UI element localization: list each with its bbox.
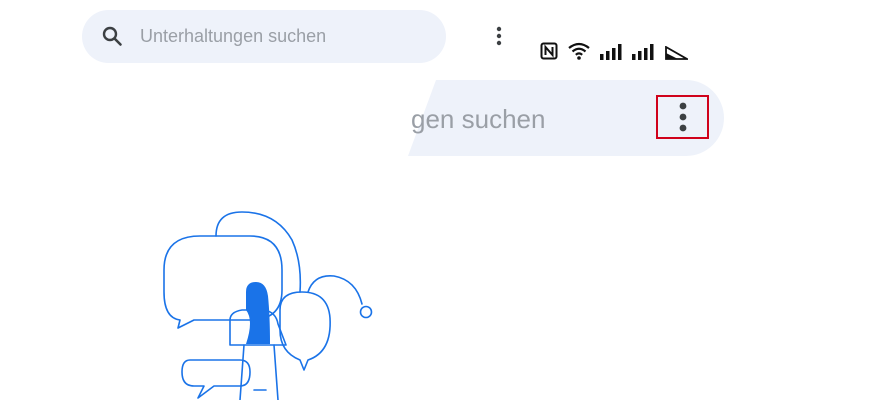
- status-bar: [540, 38, 688, 60]
- signal-icon: [600, 44, 622, 60]
- signal-icon: [632, 44, 654, 60]
- battery-saver-icon: [665, 46, 688, 60]
- empty-conversations-illustration: [163, 211, 373, 400]
- more-options-button[interactable]: [656, 95, 709, 139]
- wifi-icon: [568, 42, 590, 60]
- person-hair: [246, 282, 270, 344]
- conversation-search-bar[interactable]: Unterhaltungen suchen: [82, 10, 502, 63]
- more-vert-icon: [679, 102, 686, 132]
- zoomed-search-bar: gen suchen: [408, 80, 724, 156]
- search-icon: [102, 26, 122, 46]
- screen: Unterhaltungen suchen gen suchen: [0, 0, 879, 400]
- zoomed-search-placeholder: gen suchen: [411, 104, 546, 134]
- nfc-icon: [540, 42, 558, 60]
- more-vert-icon[interactable]: [487, 24, 511, 48]
- search-placeholder: Unterhaltungen suchen: [140, 26, 327, 46]
